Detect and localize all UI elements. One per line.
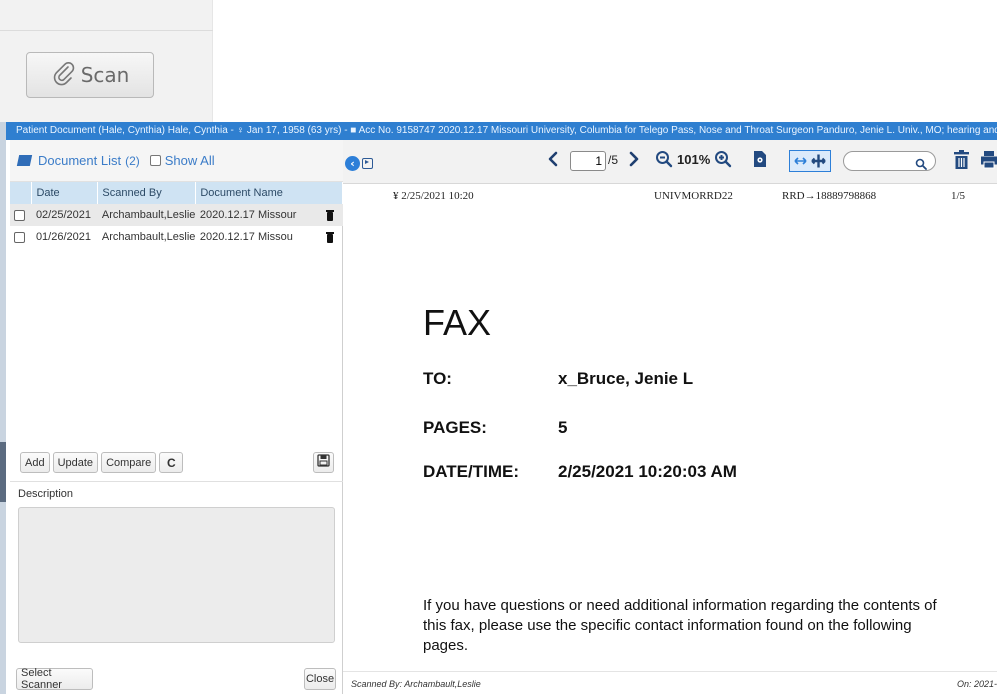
save-icon	[317, 454, 330, 471]
select-column-header	[10, 182, 33, 204]
document-actions: Add Update Compare C	[20, 452, 184, 473]
fax-header-page: 1/5	[951, 190, 966, 202]
app-root: Scan Patient Document (Hale, Cynthia) Ha…	[0, 0, 997, 694]
row-checkbox[interactable]	[14, 231, 25, 243]
background-window-strip	[0, 122, 6, 694]
cell-document-name: 2020.12.17 Missour	[199, 209, 297, 221]
scan-button-label: Scan	[80, 63, 130, 87]
to-value: x_Bruce, Jenie L	[558, 369, 694, 388]
column-header-scanned-by[interactable]: Scanned By	[97, 182, 197, 204]
show-all-label[interactable]: Show All	[165, 153, 215, 168]
document-table: Date Scanned By Document Name 02/25/2021…	[10, 182, 343, 248]
document-viewer: ‹ 1 /5 101% ¥ 2/25/2021 10:20 UNIVMORRD2…	[343, 140, 997, 694]
previous-page-icon[interactable]	[548, 151, 558, 171]
collapse-left-icon[interactable]: ‹	[345, 155, 360, 171]
fax-header-sender: UNIVMORRD22	[654, 190, 733, 202]
window-title: Patient Document (Hale, Cynthia) Hale, C…	[6, 122, 997, 140]
scan-toolbar-area: Scan	[0, 0, 213, 122]
document-count: (2)	[125, 153, 140, 168]
cell-scanned-by: Archambault,Leslie	[101, 231, 196, 243]
zoom-in-icon[interactable]	[714, 150, 732, 172]
to-label: TO:	[423, 369, 452, 388]
page-total: /5	[608, 153, 619, 167]
description-label: Description	[18, 488, 74, 500]
search-icon[interactable]	[915, 155, 927, 174]
fax-page: ¥ 2/25/2021 10:20 UNIVMORRD22 RRD→188897…	[353, 184, 997, 671]
cell-date: 01/26/2021	[35, 231, 91, 243]
fax-title: FAX	[423, 302, 492, 343]
column-header-date[interactable]: Date	[31, 182, 99, 204]
divider	[10, 481, 343, 482]
cell-date: 02/25/2021	[31, 204, 98, 226]
search-input[interactable]	[843, 151, 936, 171]
fit-width-icon[interactable]	[789, 150, 831, 172]
refresh-button[interactable]: C	[159, 452, 184, 473]
bookmark-icon	[16, 155, 33, 166]
pages-value: 5	[558, 418, 568, 437]
scanned-by-footer: Scanned By: Archambault,Leslie	[351, 679, 481, 689]
add-button[interactable]: Add	[20, 452, 50, 473]
expand-panel-icon[interactable]	[362, 157, 373, 169]
next-page-icon[interactable]	[629, 151, 639, 171]
fax-header-timestamp: ¥ 2/25/2021 10:20	[393, 190, 474, 202]
row-select-cell	[10, 204, 32, 226]
datetime-label: DATE/TIME:	[423, 462, 520, 481]
delete-icon[interactable]	[325, 210, 334, 221]
viewer-footer: Scanned By: Archambault,Leslie On: 2021-	[343, 671, 997, 694]
table-row[interactable]: 02/25/2021 Archambault,Leslie 2020.12.17…	[10, 204, 343, 226]
zoom-out-icon[interactable]	[655, 150, 673, 172]
update-button[interactable]: Update	[52, 452, 99, 473]
table-header-row: Date Scanned By Document Name	[10, 182, 343, 204]
datetime-value: 2/25/2021 10:20:03 AM	[558, 462, 737, 481]
cell-document-name-cell: 2020.12.17 Missour	[195, 204, 343, 226]
row-select-cell	[10, 226, 32, 248]
close-button[interactable]: Close	[304, 668, 336, 690]
print-icon[interactable]	[981, 151, 997, 173]
description-field[interactable]	[18, 507, 335, 643]
compare-button[interactable]: Compare	[101, 452, 157, 473]
scanned-on-footer: On: 2021-	[956, 679, 997, 689]
panel-toggle[interactable]: ‹	[345, 154, 373, 172]
divider	[0, 30, 213, 31]
trash-icon[interactable]	[954, 150, 969, 174]
save-button[interactable]	[313, 452, 334, 473]
page-number-input[interactable]: 1	[570, 151, 606, 171]
cell-scanned-by: Archambault,Leslie	[97, 204, 196, 226]
paperclip-icon	[51, 60, 77, 91]
cell-document-name: 2020.12.17 Missou	[199, 231, 293, 243]
row-checkbox[interactable]	[14, 209, 25, 221]
scan-button[interactable]: Scan	[26, 52, 154, 98]
fax-marker-icon: ¥	[393, 190, 402, 202]
fax-paragraph: If you have questions or need additional…	[423, 597, 937, 654]
show-all-checkbox[interactable]	[149, 155, 161, 166]
viewer-toolbar: ‹ 1 /5 101%	[343, 140, 997, 184]
fax-header-route: RRD→18889798868	[782, 190, 877, 202]
pages-label: PAGES:	[423, 418, 487, 437]
page-settings-icon[interactable]	[753, 150, 767, 172]
refresh-icon: C	[166, 455, 176, 470]
document-list-header: Document List (2) Show All	[10, 140, 343, 182]
document-list-panel: Document List (2) Show All Date Scanned …	[10, 140, 343, 694]
column-header-document-name[interactable]: Document Name	[195, 182, 343, 204]
select-scanner-button[interactable]: Select Scanner	[16, 667, 93, 691]
document-list-title: Document List	[38, 153, 122, 168]
delete-icon[interactable]	[325, 232, 334, 243]
cell-document-name-cell: 2020.12.17 Missou	[196, 226, 343, 248]
zoom-level: 101%	[677, 152, 711, 167]
table-row[interactable]: 01/26/2021 Archambault,Leslie 2020.12.17…	[10, 226, 343, 248]
